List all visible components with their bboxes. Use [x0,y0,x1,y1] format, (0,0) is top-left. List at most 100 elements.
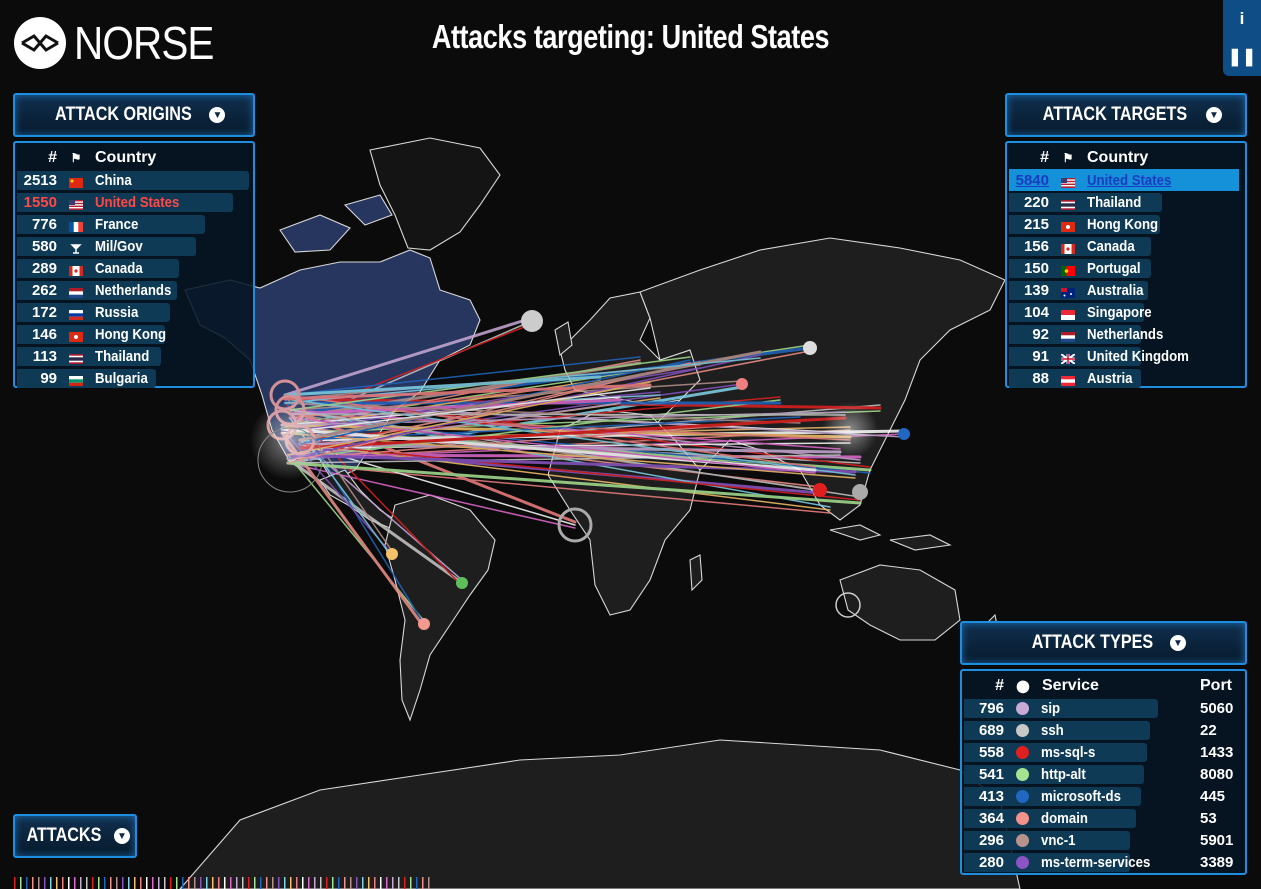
row-count: 150 [1023,259,1049,277]
origin-row[interactable]: 113 Thailand [17,345,247,367]
row-count: 5840 [1015,171,1049,189]
target-row[interactable]: 220 Thailand [1009,191,1239,213]
origin-row[interactable]: 289 Canada [17,257,247,279]
attack-targets-toggle[interactable]: ATTACK TARGETS ▼ [1005,93,1247,137]
timeline-tick [122,877,124,889]
attacks-title: ATTACKS [26,825,102,846]
row-count: 104 [1023,303,1049,321]
origin-row[interactable]: 146 Hong Kong [17,323,247,345]
timeline-tick [308,877,310,889]
service-color-dot-icon [1016,811,1029,825]
target-row[interactable]: 150 Portugal [1009,257,1239,279]
timeline-tick [62,877,64,889]
target-row[interactable]: 104 Singapore [1009,301,1239,323]
timeline-tick [242,877,244,889]
greenland-shape [369,137,501,251]
service-color-dot-icon [1016,723,1029,737]
country-name: Russia [95,303,139,321]
flag-pt-icon [1061,263,1075,276]
country-name: United States [95,193,180,211]
service-port: 53 [1200,809,1217,827]
service-port: 5060 [1200,699,1234,717]
attack-type-row[interactable]: 796 sip 5060 [964,697,1239,719]
origin-row[interactable]: 262 Netherlands [17,279,247,301]
target-row[interactable]: 215 Hong Kong [1009,213,1239,235]
origin-row[interactable]: 1550 United States [17,191,247,213]
attack-types-toggle[interactable]: ATTACK TYPES ▼ [960,621,1247,665]
timeline-tick [194,877,196,889]
origin-row[interactable]: 2513 China [17,169,249,191]
timeline-tick [296,877,298,889]
attacks-toggle[interactable]: ATTACKS ▼ [13,814,137,858]
timeline-tick [368,877,370,889]
origin-row[interactable]: 776 France [17,213,247,235]
timeline-tick [158,877,160,889]
target-row[interactable]: 88 Austria [1009,367,1239,389]
timeline-tick [284,877,286,889]
timeline-tick [146,877,148,889]
timeline-tick [404,877,406,889]
country-column-header: Country [95,149,157,166]
service-name: ms-term-services [1041,853,1151,871]
attack-type-row[interactable]: 280 ms-term-services 3389 [964,851,1239,873]
pause-icon[interactable]: ❚❚ [1223,38,1261,76]
country-name: Portugal [1087,259,1141,277]
south-america-shape [384,494,496,722]
target-row[interactable]: 139 Australia [1009,279,1239,301]
row-count: 113 [32,347,57,365]
antarctica-shape [179,739,1021,889]
flag-ca-icon [69,263,83,276]
row-count: 91 [1032,347,1049,365]
target-row[interactable]: 5840 United States [1009,169,1239,191]
timeline-tick [218,877,220,889]
attack-types-table: # ⬤ Service Port 796 sip 5060 689 ssh 22 558 ms… [960,669,1247,875]
country-name: Hong Kong [95,325,167,343]
flag-column-icon: ⚑ [70,151,82,165]
target-row[interactable]: 156 Canada [1009,235,1239,257]
country-column-header: Country [1087,149,1149,166]
origin-row[interactable]: 99 Bulgaria [17,367,247,389]
timeline-tick [134,877,136,889]
timeline-tick [14,877,16,889]
origin-row[interactable]: 172 Russia [17,301,247,323]
timeline-tick [44,877,46,889]
corner-controls: i ❚❚ [1223,0,1261,76]
attack-type-row[interactable]: 413 microsoft-ds 445 [964,785,1239,807]
origin-row[interactable]: 580 Mil/Gov [17,235,247,257]
country-name: Austria [1087,369,1133,387]
flag-gb-icon [1060,351,1076,365]
timeline-tick [266,877,268,889]
row-count: 139 [1023,281,1049,299]
row-count: 220 [1023,193,1049,211]
norse-logo-icon [14,17,66,69]
page-title: Attacks targeting: United States [431,18,830,55]
timeline-tick [50,877,52,889]
timeline-tick [350,877,352,889]
service-color-dot-icon [1016,855,1029,869]
attack-type-row[interactable]: 296 vnc-1 5901 [964,829,1239,851]
info-icon[interactable]: i [1223,0,1261,38]
count-column-header: # [1040,149,1049,166]
attack-type-row[interactable]: 541 http-alt 8080 [964,763,1239,785]
service-name: ssh [1041,721,1064,739]
timeline-tick [362,877,364,889]
timeline-tick [392,877,394,889]
service-color-dot-icon [1016,833,1029,847]
table-header: # ⬤ Service Port [964,675,1239,697]
timeline-tick [104,877,106,889]
row-count: 289 [31,259,57,277]
row-count: 689 [978,721,1004,739]
target-row[interactable]: 92 Netherlands [1009,323,1239,345]
attack-origins-toggle[interactable]: ATTACK ORIGINS ▼ [13,93,255,137]
service-color-column-icon: ⬤ [1016,679,1030,693]
attack-type-row[interactable]: 364 domain 53 [964,807,1239,829]
timeline-tick [410,877,412,889]
attack-type-row[interactable]: 689 ssh 22 [964,719,1239,741]
row-count: 541 [978,765,1004,783]
timeline-tick [86,877,88,889]
timeline-tick [152,877,154,889]
timeline-tick [206,877,208,889]
target-row[interactable]: 91 United Kingdom [1009,345,1239,367]
timeline-tick [320,877,322,889]
attack-type-row[interactable]: 558 ms-sql-s 1433 [964,741,1239,763]
